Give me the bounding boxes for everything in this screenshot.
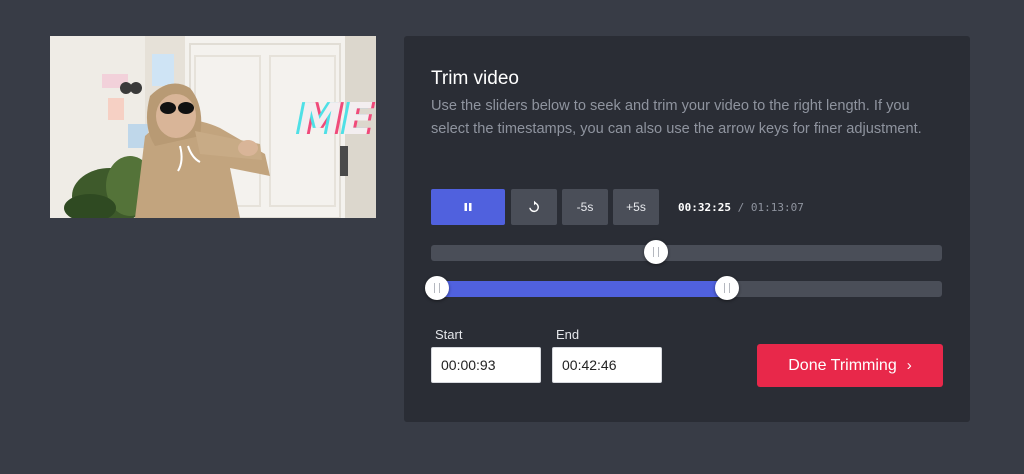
seek-slider[interactable] — [431, 240, 942, 264]
trim-end-thumb[interactable] — [714, 276, 739, 300]
panel-title: Trim video — [431, 68, 519, 89]
done-trimming-label: Done Trimming — [788, 356, 897, 374]
trim-range-fill — [437, 281, 727, 297]
start-label: Start — [435, 327, 463, 342]
end-time-input[interactable] — [552, 347, 662, 383]
trim-panel: Trim video Use the sliders below to seek… — [404, 36, 970, 422]
restart-icon — [529, 200, 539, 213]
video-preview[interactable]: ME — [50, 36, 376, 218]
video-overlay-text: ME — [298, 94, 374, 145]
back-5s-button[interactable]: -5s — [562, 189, 608, 225]
time-separator: / — [737, 201, 745, 214]
trim-range-slider[interactable] — [425, 276, 942, 300]
end-label: End — [556, 327, 580, 342]
chevron-right-icon: › — [906, 357, 912, 374]
seek-thumb[interactable] — [644, 240, 669, 264]
panel-description: Use the sliders below to seek and trim y… — [431, 98, 922, 137]
time-display: 00:32:25 / 01:13:07 — [678, 201, 804, 214]
done-trimming-button[interactable]: Done Trimming › — [757, 344, 943, 387]
trim-start-thumb[interactable] — [425, 276, 450, 300]
pause-icon — [464, 203, 472, 211]
forward-5s-button[interactable]: +5s — [613, 189, 659, 225]
restart-button[interactable] — [511, 189, 557, 225]
pause-button[interactable] — [431, 189, 505, 225]
current-time: 00:32:25 — [678, 201, 731, 214]
start-time-input[interactable] — [431, 347, 541, 383]
total-duration: 01:13:07 — [750, 201, 804, 214]
